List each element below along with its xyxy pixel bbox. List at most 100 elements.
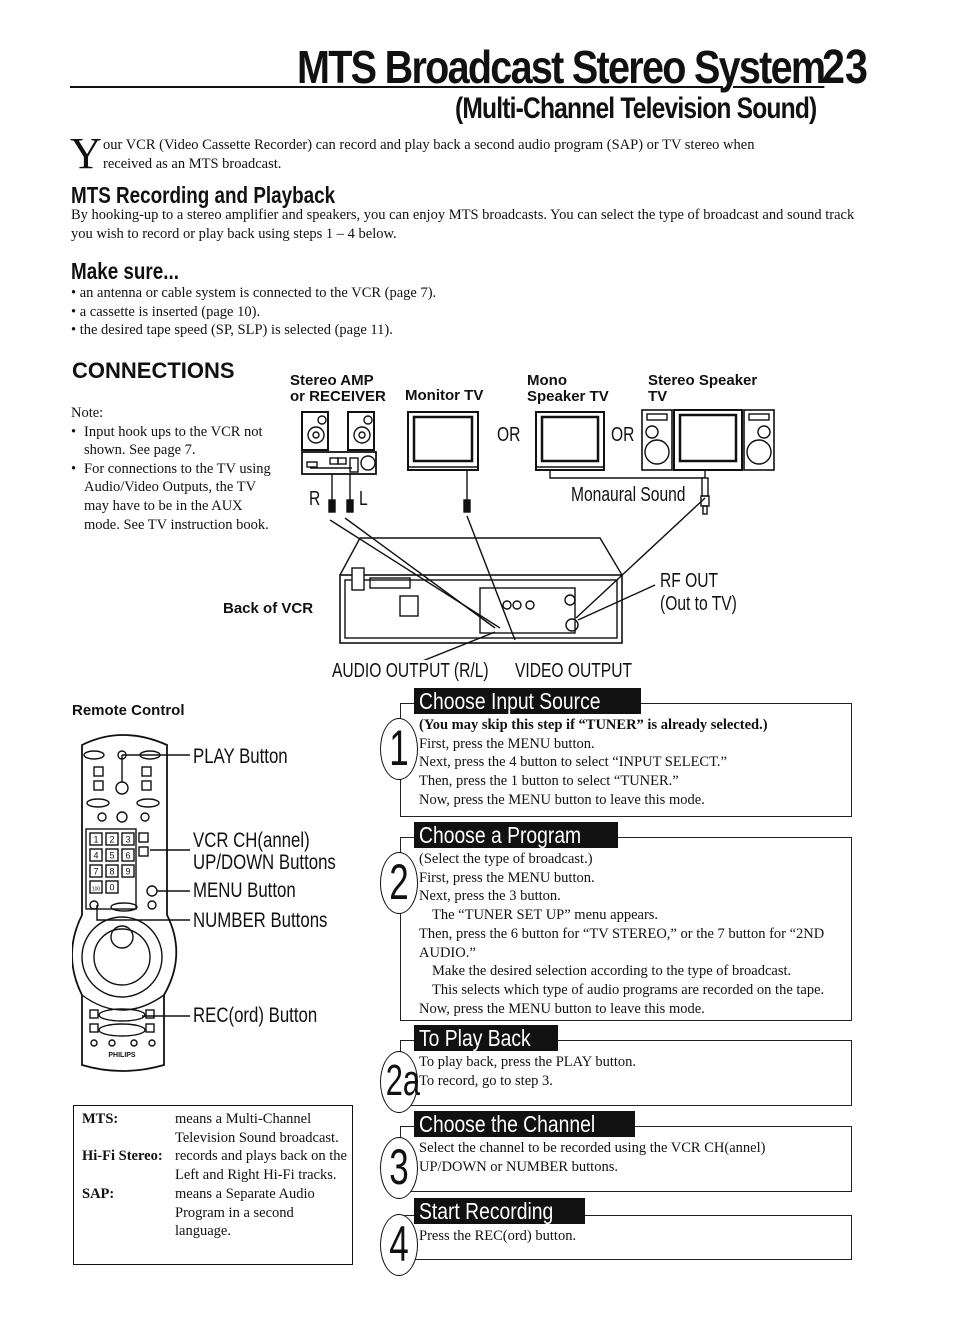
- step-line: Select the channel to be recorded using …: [419, 1140, 766, 1156]
- glossary-term: MTS:: [82, 1111, 119, 1127]
- page-title: MTS Broadcast Stereo System: [297, 41, 826, 93]
- keypad-key-label: 0: [109, 883, 114, 893]
- step-number: 4: [389, 1216, 409, 1272]
- or-label-2: OR: [611, 424, 635, 446]
- remote-control-label: Remote Control: [72, 702, 185, 719]
- keypad-key-label: 3: [125, 835, 130, 845]
- step-line: Press the REC(ord) button.: [419, 1228, 577, 1244]
- glossary-term: Hi-Fi Stereo:: [82, 1148, 163, 1165]
- step-title-text: Choose a Program: [419, 822, 582, 848]
- step-line: To play back, press the PLAY button.: [419, 1054, 636, 1070]
- note-label: Note:: [71, 405, 104, 421]
- step-line: (Select the type of broadcast.): [419, 851, 593, 867]
- make-sure-list: an antenna or cable system is connected …: [71, 284, 436, 340]
- make-sure-item: a cassette is inserted (page 10).: [71, 303, 436, 322]
- step-text: To play back, press the PLAY button. To r…: [419, 1053, 859, 1090]
- glossary-row: SAP: means a Separate Audio Program in a …: [82, 1185, 352, 1241]
- step-line: (You may skip this step if “TUNER” is al…: [419, 717, 768, 733]
- make-sure-heading: Make sure...: [71, 258, 179, 284]
- number-keypad: 1 2 3 4 5 6 7 8 9 100 0: [85, 828, 137, 910]
- step-number: 2: [389, 854, 409, 910]
- note-item: Input hook ups to the VCR not shown. See…: [71, 423, 271, 460]
- keypad-key-label: 7: [93, 867, 98, 877]
- step-line: The “TUNER SET UP” menu appears.: [432, 907, 659, 924]
- step-4: 4 Start Recording Press the REC(ord) but…: [380, 1198, 852, 1278]
- cable-video: [466, 515, 516, 641]
- glossary-definition: means a Multi-Channel Television Sound b…: [175, 1111, 339, 1146]
- step-line: First, press the MENU button.: [419, 869, 595, 886]
- keypad-key-label: 4: [93, 851, 98, 861]
- step-text: Select the channel to be recorded using …: [419, 1139, 859, 1176]
- mts-recording-heading: MTS Recording and Playback: [71, 182, 336, 208]
- connections-heading: CONNECTIONS: [72, 358, 235, 383]
- step-text: (You may skip this step if “TUNER” is al…: [419, 716, 859, 810]
- title-rule: [70, 86, 302, 88]
- glossary-definition: records and plays back on the Left and R…: [175, 1148, 347, 1184]
- step-line: First, press the MENU button.: [419, 735, 595, 752]
- cable-audio-l: [344, 517, 496, 629]
- mono-label-line1: Mono: [527, 372, 567, 389]
- step-line: UP/DOWN or NUMBER buttons.: [419, 1158, 618, 1175]
- keypad-key-label: 9: [125, 867, 130, 877]
- intro-line-1: our VCR (Video Cassette Recorder) can re…: [103, 137, 755, 153]
- rec-button-callout: REC(ord) Button: [193, 1004, 318, 1027]
- step-line: Then, press the 1 button to select “TUNE…: [419, 773, 679, 790]
- step-text: Press the REC(ord) button.: [419, 1227, 859, 1246]
- step-title: Choose Input Source: [414, 688, 642, 714]
- step-text: (Select the type of broadcast.) First, pr…: [419, 850, 859, 1018]
- step-title-text: Choose Input Source: [419, 688, 601, 714]
- step-line: Next, press the 4 button to select “INPU…: [419, 754, 727, 771]
- stereo-amp-label-line1: Stereo AMP: [290, 372, 374, 389]
- ch-callout-line2: UP/DOWN Buttons: [193, 851, 336, 874]
- ch-callout-line1: VCR CH(annel): [193, 829, 310, 852]
- step-2: 2 Choose a Program (Select the type of b…: [380, 822, 852, 1022]
- remote-control-illustration: 1 2 3 4 5 6 7 8 9 100 0 PHILIPS: [72, 734, 190, 1072]
- menu-button-icon: [146, 885, 158, 897]
- stereo-speaker-label-line1: Stereo Speaker: [648, 372, 758, 389]
- right-channel-label: R: [309, 488, 321, 510]
- ch-buttons-callout: VCR CH(annel) UP/DOWN Buttons: [193, 830, 336, 874]
- step-3: 3 Choose the Channel Select the channel …: [380, 1111, 852, 1199]
- left-channel-label: L: [359, 488, 368, 510]
- step-title: Start Recording: [414, 1198, 585, 1224]
- menu-button-callout: MENU Button: [193, 879, 296, 902]
- intro-paragraph: our VCR (Video Cassette Recorder) can re…: [103, 136, 833, 174]
- drop-cap: Y: [70, 129, 102, 178]
- or-label-1: OR: [497, 424, 521, 446]
- intro-line-2: received as an MTS broadcast.: [103, 156, 282, 172]
- step-line: To record, go to step 3.: [419, 1072, 553, 1089]
- play-button-callout: PLAY Button: [193, 745, 288, 768]
- rf-out-line1: RF OUT: [660, 570, 719, 592]
- step-line: AUDIO.”: [419, 944, 476, 961]
- step-line: Make the desired selection according to …: [432, 963, 792, 980]
- step-title-text: To Play Back: [419, 1025, 531, 1051]
- page-number: 23: [822, 41, 868, 94]
- step-title: Choose a Program: [414, 822, 619, 848]
- step-1: 1 Choose Input Source (You may skip this…: [380, 688, 852, 818]
- step-title-text: Start Recording: [419, 1198, 554, 1224]
- video-output-label: VIDEO OUTPUT: [515, 660, 633, 682]
- glossary-term: SAP:: [82, 1185, 115, 1202]
- rec-button-icon: [98, 1008, 146, 1022]
- monaural-sound-label: Monaural Sound: [571, 484, 686, 506]
- play-button-icon: [115, 781, 129, 795]
- step-title: Choose the Channel: [414, 1111, 635, 1137]
- monitor-tv-icon: [407, 411, 479, 513]
- number-buttons-callout: NUMBER Buttons: [193, 909, 328, 932]
- step-line: This selects which type of audio program…: [432, 981, 825, 998]
- make-sure-item: the desired tape speed (SP, SLP) is sele…: [71, 321, 436, 340]
- connection-diagram: [301, 409, 775, 660]
- step-title: To Play Back: [414, 1025, 558, 1051]
- keypad-key-label: 2: [109, 835, 114, 845]
- keypad-key-label: 6: [125, 851, 130, 861]
- connections-note: Note: Input hook ups to the VCR not show…: [71, 404, 271, 534]
- remote-brand-logo: PHILIPS: [108, 1052, 136, 1059]
- rf-out-line2: (Out to TV): [660, 593, 737, 615]
- mts-recording-body: By hooking-up to a stereo amplifier and …: [71, 207, 855, 242]
- glossary-box: MTS: means a Multi-Channel Television Sou…: [73, 1105, 353, 1265]
- note-item: For connections to the TV using Audio/Vi…: [71, 460, 271, 534]
- step-title-text: Choose the Channel: [419, 1111, 596, 1137]
- keypad-key-label: 8: [109, 867, 114, 877]
- make-sure-item: an antenna or cable system is connected …: [71, 284, 436, 303]
- audio-output-label: AUDIO OUTPUT (R/L): [332, 660, 489, 682]
